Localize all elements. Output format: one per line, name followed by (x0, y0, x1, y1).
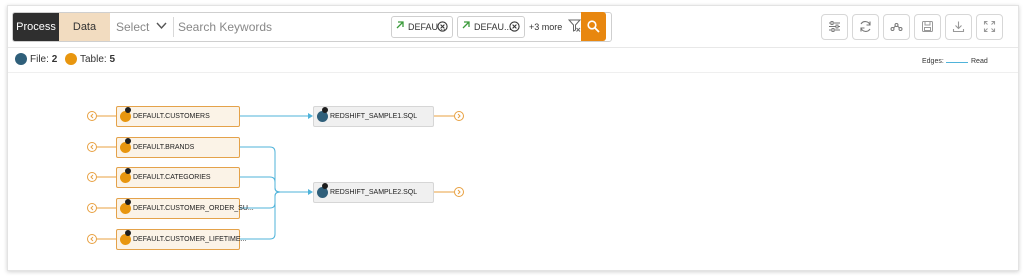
legend-read-label: Read (971, 58, 988, 65)
fullscreen-button[interactable] (976, 14, 1003, 40)
table-node[interactable]: DEFAULT.CUSTOMER_ORDER_SU... (116, 198, 254, 219)
select-dropdown[interactable]: Select (116, 13, 149, 41)
legend-title: Edges: (922, 58, 944, 65)
table-count-value: 5 (109, 54, 116, 65)
share-button[interactable] (883, 14, 910, 40)
more-chips-link[interactable]: +3 more (529, 13, 562, 41)
expand-downstream-button[interactable] (454, 187, 464, 197)
lineage-graph: DEFAULT.CUSTOMERS DEFAULT.BRANDS DEFAULT… (8, 72, 1018, 270)
table-node[interactable]: DEFAULT.CATEGORIES (116, 167, 240, 188)
tab-process[interactable]: Process (13, 13, 59, 41)
table-node[interactable]: DEFAULT.CUSTOMER_LIFETIME... (116, 229, 246, 250)
file-icon (15, 53, 27, 65)
sliders-icon (829, 21, 840, 32)
file-node-label: REDSHIFT_SAMPLE1.SQL (330, 113, 418, 120)
expand-upstream-button[interactable] (87, 234, 97, 244)
node-badge (125, 138, 131, 144)
table-node-label: DEFAULT.BRANDS (133, 144, 195, 151)
file-count-value: 2 (51, 54, 58, 65)
edges-legend: Edges: Read (922, 57, 1002, 67)
expand-upstream-button[interactable] (87, 203, 97, 213)
legend-read-line (946, 62, 968, 63)
save-icon (922, 21, 933, 32)
clear-circle-icon[interactable] (509, 21, 520, 32)
table-node[interactable]: DEFAULT.CUSTOMERS (116, 106, 240, 127)
chevron-left-icon (90, 113, 94, 119)
file-node[interactable]: REDSHIFT_SAMPLE1.SQL (313, 106, 434, 127)
table-count-label: Table: (80, 54, 107, 65)
save-button[interactable] (914, 14, 941, 40)
table-node-label: DEFAULT.CATEGORIES (133, 174, 211, 181)
leaf-icon (396, 21, 404, 29)
expand-downstream-button[interactable] (454, 111, 464, 121)
fullscreen-icon (983, 20, 996, 33)
chevron-left-icon (90, 205, 94, 211)
share-icon (890, 23, 903, 31)
node-badge (125, 230, 131, 236)
node-badge (125, 199, 131, 205)
expand-upstream-button[interactable] (87, 111, 97, 121)
file-count[interactable]: File: 2 (15, 53, 65, 67)
read-edge (238, 176, 281, 193)
node-badge (125, 107, 131, 113)
file-node-label: REDSHIFT_SAMPLE2.SQL (330, 189, 418, 196)
clear-filter-icon[interactable] (568, 19, 581, 33)
clear-circle-icon[interactable] (437, 21, 448, 32)
node-badge (125, 168, 131, 174)
chevron-right-icon (457, 113, 461, 119)
lineage-panel: Process Data Select DEFAU... (7, 5, 1019, 271)
table-node-label: DEFAULT.CUSTOMER_ORDER_SU... (133, 205, 254, 212)
search-icon (587, 20, 600, 33)
chevron-right-icon (457, 189, 461, 195)
tab-data[interactable]: Data (59, 13, 110, 41)
table-node[interactable]: DEFAULT.BRANDS (116, 137, 240, 158)
refresh-button[interactable] (852, 14, 879, 40)
filter-chip[interactable]: DEFAU... (457, 16, 525, 38)
read-edge (238, 146, 308, 193)
download-button[interactable] (945, 14, 972, 40)
table-node-label: DEFAULT.CUSTOMER_LIFETIME... (133, 236, 247, 243)
node-badge (322, 107, 328, 113)
table-count[interactable]: Table: 5 (65, 53, 125, 67)
expand-upstream-button[interactable] (87, 172, 97, 182)
search-button[interactable] (581, 12, 606, 41)
expand-upstream-button[interactable] (87, 142, 97, 152)
search-input[interactable] (178, 17, 383, 37)
chip-label: DEFAU... (474, 22, 512, 32)
file-count-label: File: (30, 54, 49, 65)
chevron-left-icon (90, 174, 94, 180)
file-node[interactable]: REDSHIFT_SAMPLE2.SQL (313, 182, 434, 203)
settings-button[interactable] (821, 14, 848, 40)
download-icon (952, 21, 965, 33)
chevron-left-icon (90, 236, 94, 242)
search-bar: Process Data Select DEFAU... (12, 12, 612, 42)
table-node-label: DEFAULT.CUSTOMERS (133, 113, 210, 120)
leaf-icon (462, 21, 470, 29)
chevron-down-icon[interactable] (156, 22, 167, 30)
refresh-icon (860, 21, 871, 32)
divider (173, 17, 174, 37)
count-bar: File: 2 Table: 5 Edges: Read (8, 48, 1018, 73)
table-icon (65, 53, 77, 65)
filter-chip[interactable]: DEFAU... (391, 16, 453, 38)
node-badge (322, 183, 328, 189)
chevron-left-icon (90, 144, 94, 150)
toolbar: Process Data Select DEFAU... (8, 6, 1018, 48)
